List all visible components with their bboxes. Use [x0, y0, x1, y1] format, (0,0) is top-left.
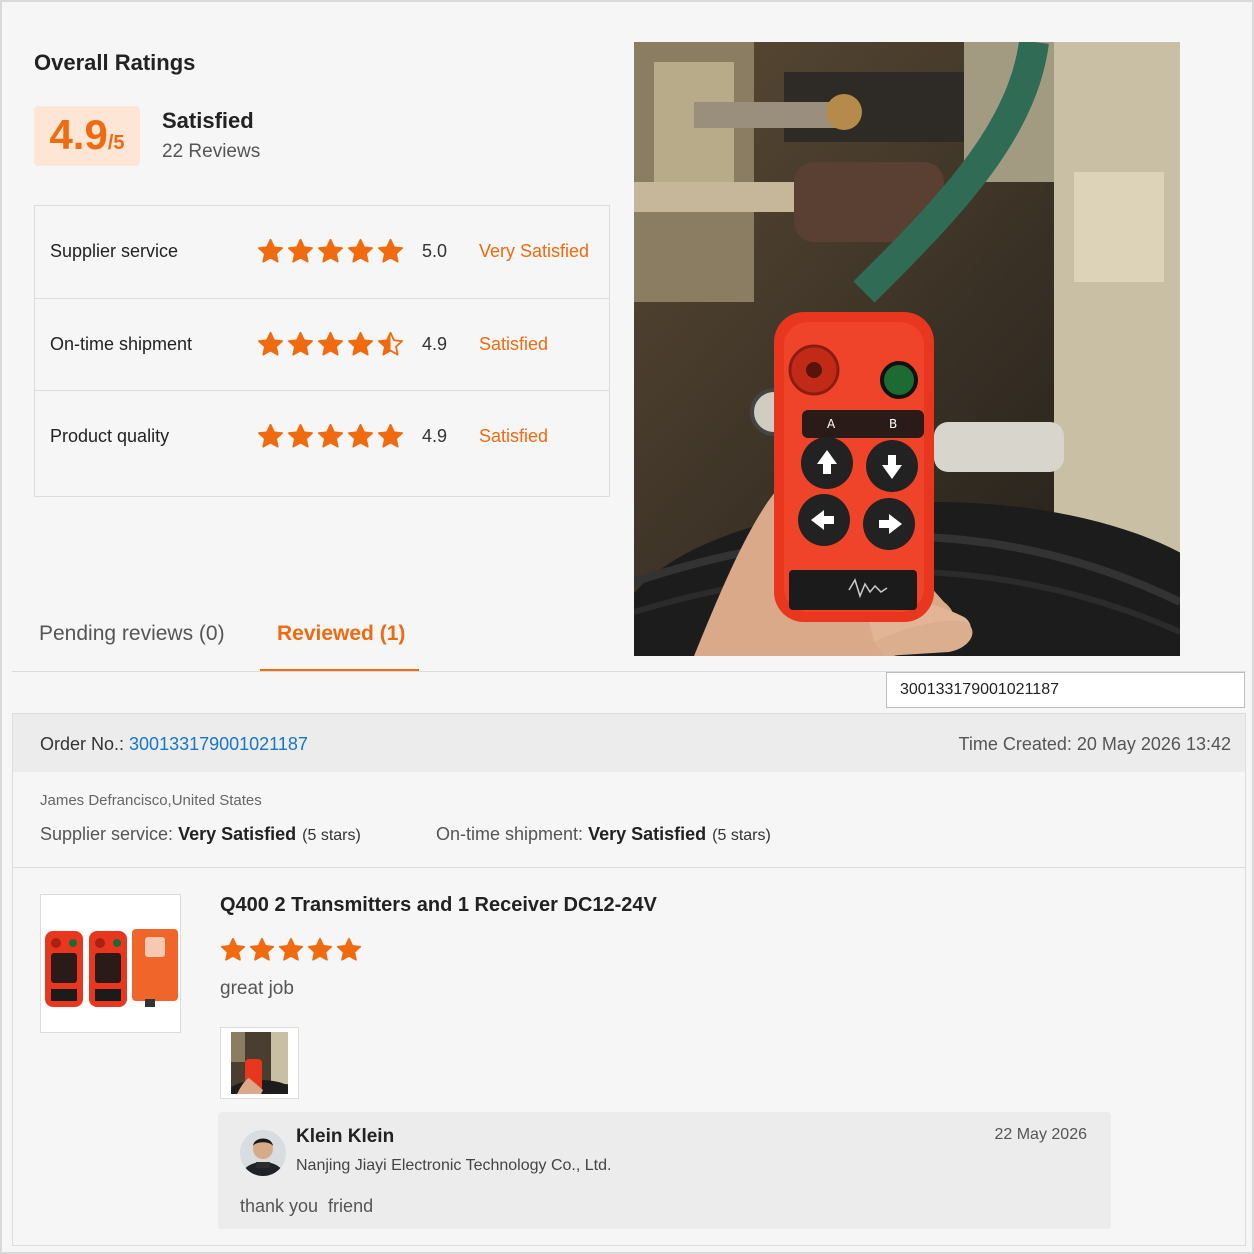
supplier-service-label: Supplier service: — [40, 824, 179, 844]
reply-text: thank you friend — [240, 1196, 374, 1216]
star-icon — [348, 238, 373, 263]
rating-row-supplier-service: Supplier service 5.0 Very Satisfied — [35, 206, 609, 297]
rating-text: Satisfied — [479, 425, 549, 446]
supplier-service-stars: (5 stars) — [302, 827, 361, 844]
tab-pending-reviews[interactable]: Pending reviews (0) — [39, 622, 225, 646]
tab-reviewed[interactable]: Reviewed (1) — [277, 622, 405, 646]
star-rating — [257, 238, 404, 265]
review-photo-large: A B — [634, 42, 1180, 656]
overall-status: Satisfied — [162, 108, 254, 133]
shipment-label: On-time shipment: — [436, 824, 589, 844]
card-divider — [13, 867, 1245, 868]
star-icon — [307, 937, 333, 961]
ratings-breakdown: Supplier service 5.0 Very Satisfied On-t… — [34, 205, 610, 497]
rating-label: On-time shipment — [50, 333, 193, 354]
shipment-value: Very Satisfied — [588, 824, 707, 844]
order-review-card: Order No.: 300133179001021187 Time Creat… — [12, 713, 1246, 1246]
page-frame: Overall Ratings 4.9 /5 Satisfied 22 Revi… — [0, 0, 1254, 1254]
overall-score: 4.9 — [49, 111, 108, 158]
buyer-name: James Defrancisco,United States — [40, 792, 262, 809]
rating-label: Supplier service — [50, 241, 179, 261]
overall-score-badge: 4.9 /5 — [34, 106, 140, 166]
overall-score-max: /5 — [107, 132, 125, 154]
avatar — [240, 1130, 286, 1176]
rating-value: 5.0 — [422, 241, 448, 261]
star-icon — [318, 331, 343, 356]
rating-text: Satisfied — [479, 333, 549, 354]
reply-company: Nanjing Jiayi Electronic Technology Co.,… — [296, 1157, 612, 1174]
reply-date: 22 May 2026 — [994, 1126, 1087, 1143]
star-rating — [257, 331, 404, 358]
star-icon — [288, 238, 313, 263]
review-photo-thumbnail[interactable] — [220, 1027, 299, 1108]
order-search-input[interactable] — [886, 672, 1245, 708]
review-count: 22 Reviews — [162, 141, 261, 162]
reply-author-name: Klein Klein — [296, 1126, 395, 1147]
overall-ratings-title: Overall Ratings — [34, 50, 196, 75]
star-icon — [258, 238, 283, 263]
star-icon — [336, 937, 362, 961]
star-icon — [258, 331, 283, 356]
shipment-stars: (5 stars) — [712, 827, 771, 844]
order-number-label: Order No.: — [40, 734, 130, 754]
order-time-created: Time Created: 20 May 2026 13:42 — [958, 734, 1232, 754]
star-icon — [288, 331, 313, 356]
star-icon — [249, 937, 275, 961]
rating-text: Very Satisfied — [479, 241, 590, 261]
star-icon — [288, 423, 313, 448]
buyer-ratings: Supplier service: Very Satisfied (5 stars… — [40, 824, 771, 845]
product-thumbnail[interactable] — [40, 894, 181, 1033]
order-number-link[interactable]: 300133179001021187 — [129, 734, 308, 754]
supplier-service-value: Very Satisfied — [178, 824, 297, 844]
star-icon — [378, 423, 403, 448]
order-header: Order No.: 300133179001021187 Time Creat… — [13, 714, 1245, 772]
rating-row-on-time-shipment: On-time shipment 4.9 Satisfied — [35, 298, 609, 389]
star-icon — [348, 331, 373, 356]
product-star-rating — [220, 937, 362, 963]
star-icon — [378, 238, 403, 263]
supplier-reply: Klein Klein Nanjing Jiayi Electronic Tec… — [218, 1112, 1111, 1229]
rating-row-product-quality: Product quality 4.9 Satisfied — [35, 390, 609, 481]
star-icon — [278, 937, 304, 961]
star-icon — [348, 423, 373, 448]
star-icon — [318, 423, 343, 448]
star-icon — [318, 238, 343, 263]
review-comment: great job — [220, 978, 294, 999]
rating-label: Product quality — [50, 425, 170, 446]
svg-text:A: A — [827, 417, 836, 431]
star-icon — [220, 937, 246, 961]
rating-value: 4.9 — [422, 333, 448, 354]
svg-text:B: B — [889, 417, 897, 431]
star-rating — [257, 423, 404, 450]
star-icon — [258, 423, 283, 448]
rating-value: 4.9 — [422, 425, 448, 446]
product-title[interactable]: Q400 2 Transmitters and 1 Receiver DC12-… — [220, 894, 657, 917]
shipment-rating: On-time shipment: Very Satisfied (5 stars… — [436, 824, 771, 845]
star-icon — [378, 331, 403, 356]
